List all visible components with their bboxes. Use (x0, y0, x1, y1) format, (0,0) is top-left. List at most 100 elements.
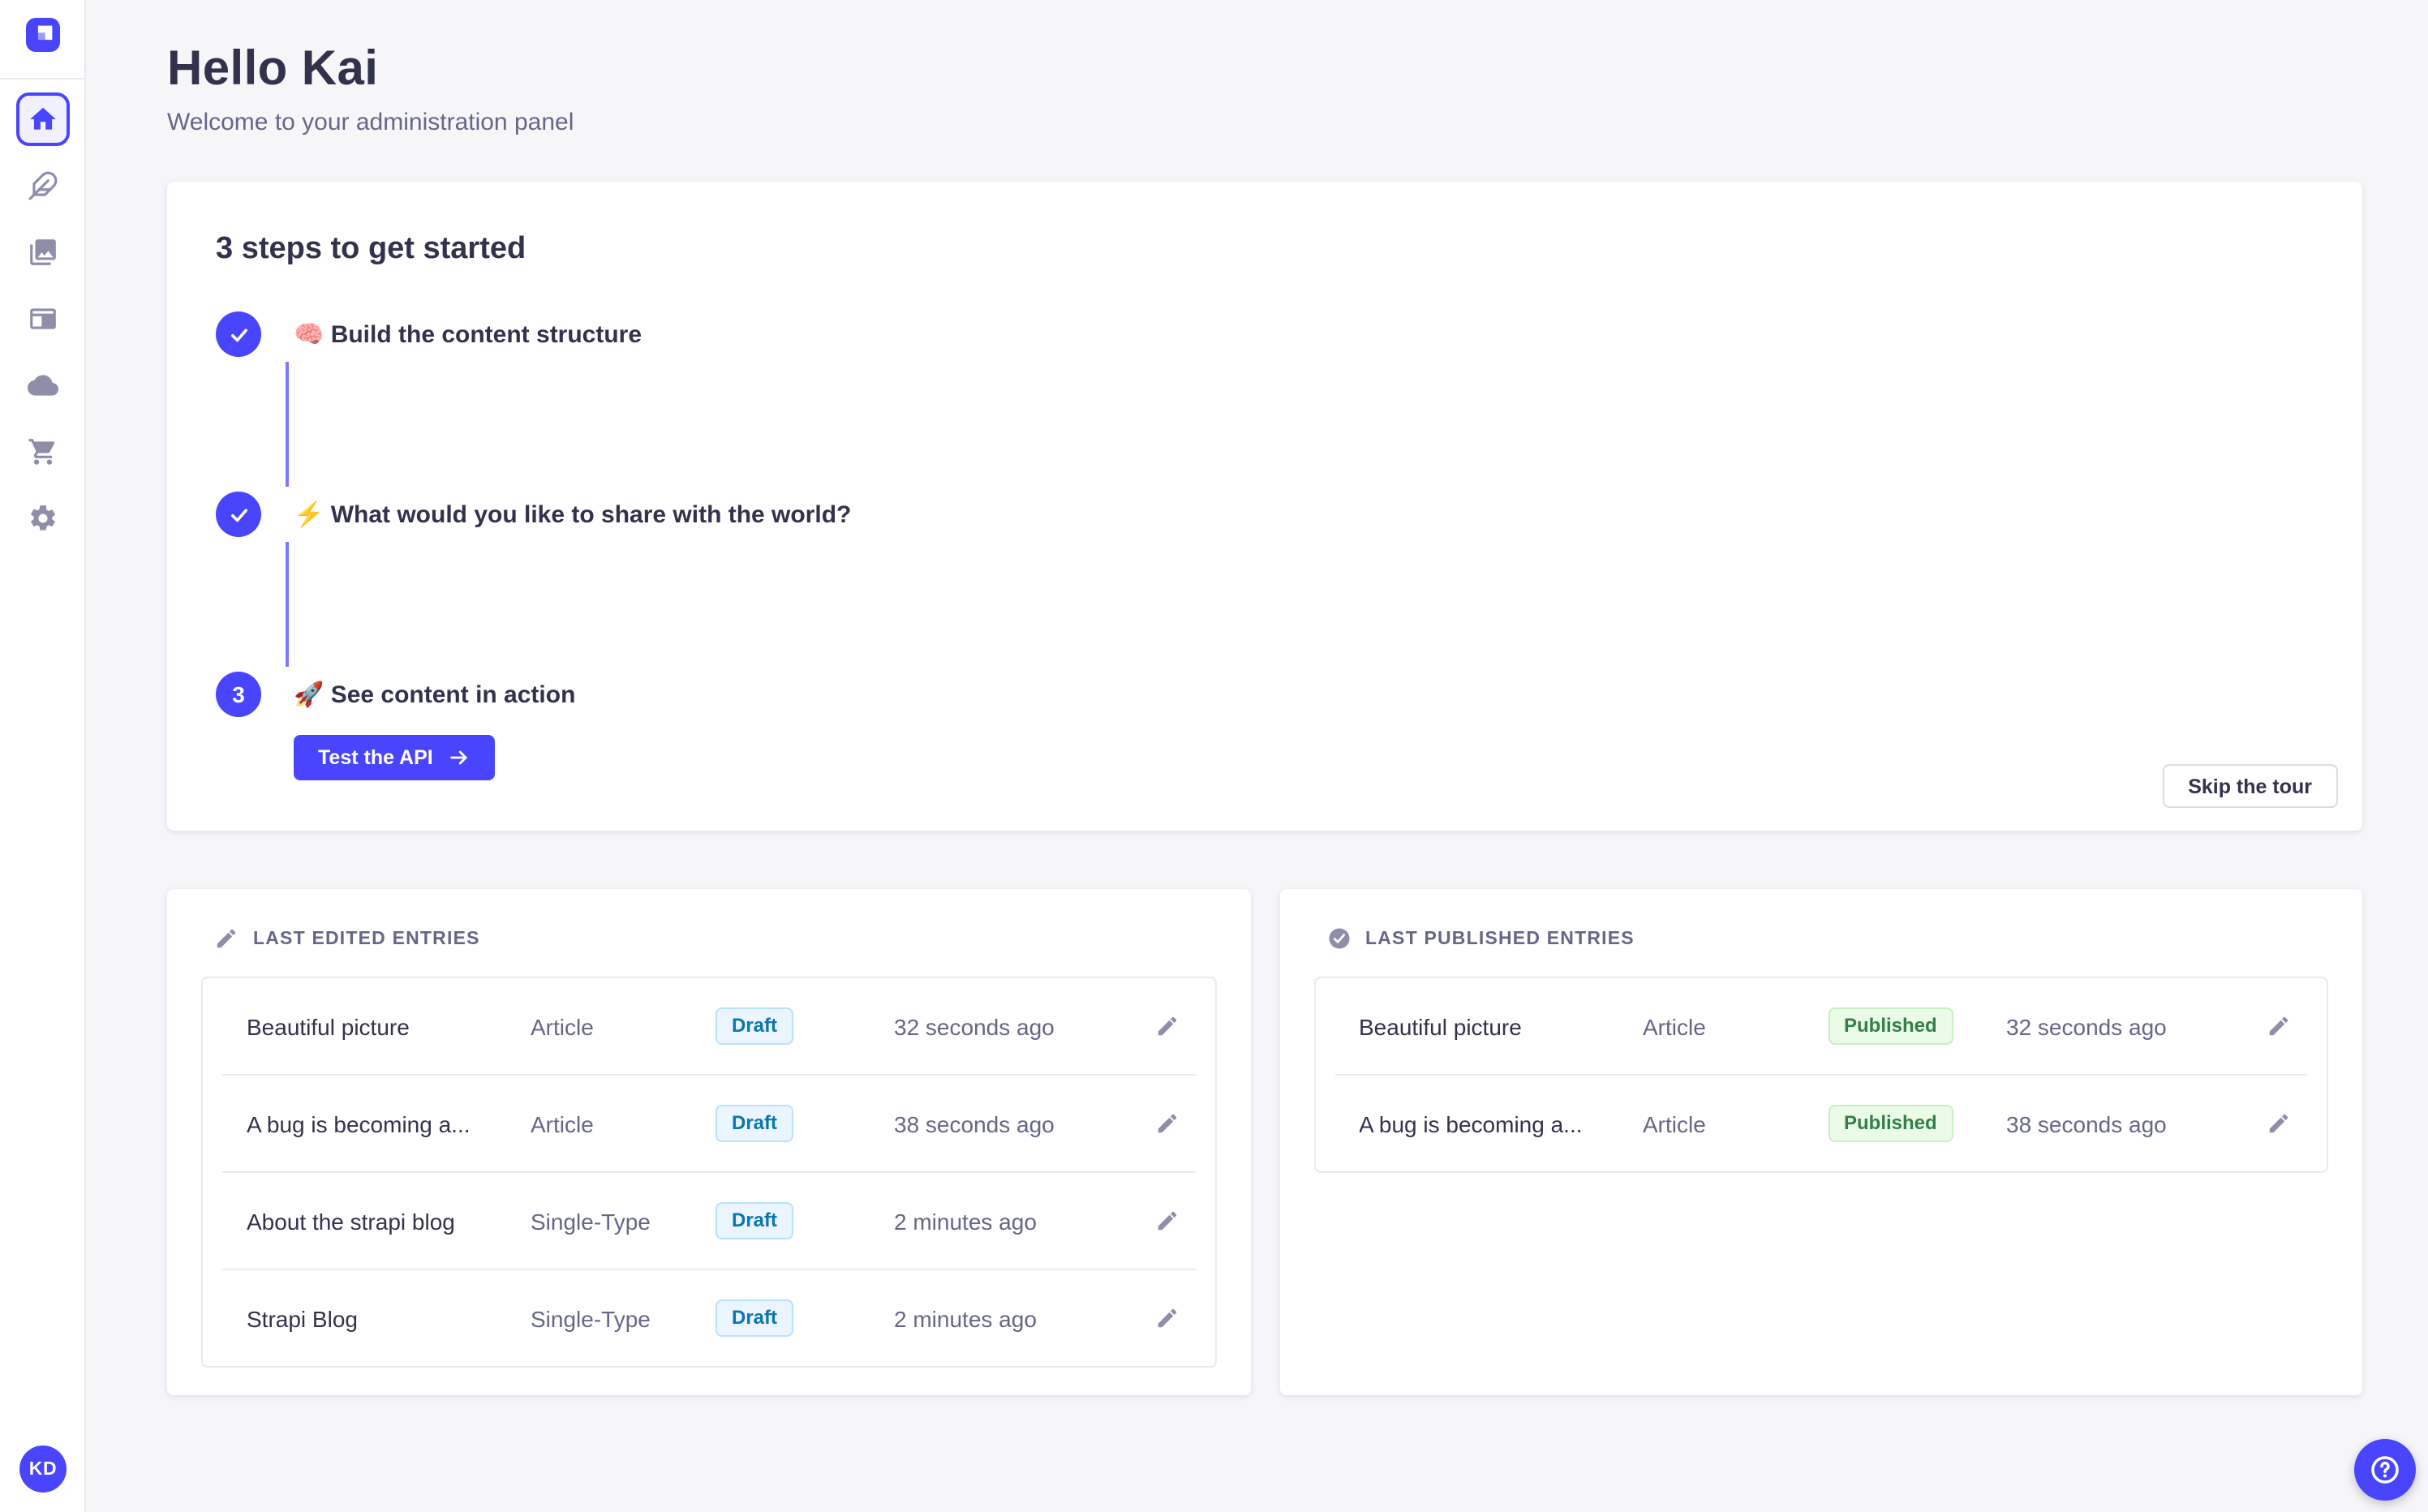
last-published-header: LAST PUBLISHED ENTRIES (1326, 926, 2328, 951)
last-edited-table: Beautiful picture Article Draft 32 secon… (201, 977, 1216, 1368)
edit-entry-button[interactable] (2267, 1111, 2291, 1136)
strapi-logo-icon (37, 25, 53, 41)
skip-the-tour-button[interactable]: Skip the tour (2162, 764, 2338, 808)
test-the-api-button[interactable]: Test the API (294, 735, 495, 780)
step-number-badge: 3 (216, 672, 261, 717)
last-published-table: Beautiful picture Article Published 32 s… (1313, 977, 2328, 1173)
entry-time: 38 seconds ago (2006, 1110, 2167, 1136)
status-badge: Draft (716, 1105, 794, 1142)
check-circle-icon (1328, 928, 1349, 949)
last-edited-title: LAST EDITED ENTRIES (253, 929, 480, 948)
layout-icon (29, 308, 55, 329)
sidebar-nav (0, 92, 84, 558)
entry-type: Article (1643, 1110, 1706, 1136)
table-row[interactable]: A bug is becoming a... Article Published… (1315, 1076, 2327, 1171)
last-edited-panel: LAST EDITED ENTRIES Beautiful picture Ar… (167, 889, 1250, 1395)
check-icon (230, 328, 247, 341)
help-icon (2371, 1456, 2399, 1484)
check-icon (230, 508, 247, 522)
last-edited-header: LAST EDITED ENTRIES (214, 926, 1216, 951)
strapi-admin-home: KD Hello Kai Welcome to your administrat… (0, 0, 2428, 1512)
table-row[interactable]: Strapi Blog Single-Type Draft 2 minutes … (203, 1270, 1214, 1366)
step-connector (286, 362, 289, 487)
onboarding-card: 3 steps to get started 🧠 Build the conte… (167, 182, 2362, 831)
last-published-panel: LAST PUBLISHED ENTRIES Beautiful picture… (1279, 889, 2362, 1395)
main-content: Hello Kai Welcome to your administration… (86, 0, 2428, 1512)
arrow-right-icon (449, 750, 467, 765)
entry-time: 32 seconds ago (2006, 1013, 2167, 1039)
step-label: 🧠 Build the content structure (294, 321, 642, 349)
entry-time: 32 seconds ago (894, 1013, 1055, 1039)
gear-icon (30, 505, 54, 530)
step-done-icon (216, 492, 261, 537)
entries-panels: LAST EDITED ENTRIES Beautiful picture Ar… (167, 889, 2362, 1395)
table-row[interactable]: Beautiful picture Article Draft 32 secon… (203, 978, 1214, 1074)
help-button[interactable] (2354, 1439, 2416, 1501)
table-row[interactable]: About the strapi blog Single-Type Draft … (203, 1173, 1214, 1269)
page-subtitle: Welcome to your administration panel (167, 109, 574, 136)
sidebar-divider (0, 78, 84, 79)
onboarding-step-3: 3 🚀 See content in action (216, 672, 2314, 717)
pencil-icon (1157, 1016, 1176, 1036)
images-icon (29, 239, 55, 265)
sidebar-item-content-type-builder[interactable] (15, 292, 69, 346)
step-label: ⚡ What would you like to share with the … (294, 501, 852, 529)
strapi-logo[interactable] (26, 18, 60, 52)
test-the-api-label: Test the API (318, 746, 433, 769)
cart-icon (28, 439, 54, 465)
edit-entry-button[interactable] (2267, 1014, 2291, 1038)
pencil-icon (2269, 1114, 2288, 1133)
entry-time: 2 minutes ago (894, 1208, 1037, 1234)
step-label: 🚀 See content in action (294, 681, 576, 709)
onboarding-title: 3 steps to get started (216, 232, 526, 266)
entry-type: Single-Type (531, 1305, 651, 1331)
pencil-icon (1157, 1114, 1176, 1133)
table-row[interactable]: Beautiful picture Article Published 32 s… (1315, 978, 2327, 1074)
sidebar: KD (0, 0, 86, 1512)
entry-type: Article (1643, 1013, 1706, 1039)
status-badge: Draft (716, 1202, 794, 1239)
sidebar-item-media-library[interactable] (15, 226, 69, 279)
sidebar-item-content-manager[interactable] (15, 159, 69, 213)
edit-entry-button[interactable] (1154, 1209, 1179, 1233)
page-header: Hello Kai Welcome to your administration… (167, 42, 2362, 136)
pencil-icon (1157, 1308, 1176, 1328)
step-connector (286, 542, 289, 667)
status-badge: Published (1828, 1105, 1953, 1142)
sidebar-item-marketplace[interactable] (15, 425, 69, 479)
entry-title: Beautiful picture (1359, 1013, 1522, 1039)
step-done-icon (216, 311, 261, 357)
onboarding-step-1: 🧠 Build the content structure (216, 311, 2314, 357)
status-badge: Draft (716, 1007, 794, 1045)
cta-row: Test the API (294, 735, 2314, 780)
table-row[interactable]: A bug is becoming a... Article Draft 38 … (203, 1076, 1214, 1171)
sidebar-item-settings[interactable] (15, 492, 69, 545)
status-badge: Draft (716, 1299, 794, 1337)
pencil-icon (217, 929, 236, 948)
sidebar-item-deploy[interactable] (15, 359, 69, 412)
entry-title: About the strapi blog (247, 1208, 455, 1234)
entry-time: 38 seconds ago (894, 1110, 1055, 1136)
page-title: Hello Kai (167, 42, 379, 96)
entry-type: Single-Type (531, 1208, 651, 1234)
pencil-icon (2269, 1016, 2288, 1036)
entry-time: 2 minutes ago (894, 1305, 1037, 1331)
sidebar-item-home[interactable] (15, 92, 69, 146)
entry-title: A bug is becoming a... (247, 1110, 471, 1136)
entry-type: Article (531, 1110, 594, 1136)
onboarding-step-2: ⚡ What would you like to share with the … (216, 492, 2314, 537)
feather-icon (28, 171, 57, 200)
edit-entry-button[interactable] (1154, 1306, 1179, 1330)
pencil-icon (1157, 1211, 1176, 1231)
cloud-icon (27, 375, 58, 396)
entry-title: A bug is becoming a... (1359, 1110, 1583, 1136)
entry-title: Beautiful picture (247, 1013, 410, 1039)
edit-entry-button[interactable] (1154, 1111, 1179, 1136)
edit-entry-button[interactable] (1154, 1014, 1179, 1038)
avatar[interactable]: KD (19, 1445, 67, 1493)
home-icon (29, 107, 55, 130)
entry-type: Article (531, 1013, 594, 1039)
entry-title: Strapi Blog (247, 1305, 358, 1331)
status-badge: Published (1828, 1007, 1953, 1045)
last-published-title: LAST PUBLISHED ENTRIES (1365, 929, 1635, 948)
